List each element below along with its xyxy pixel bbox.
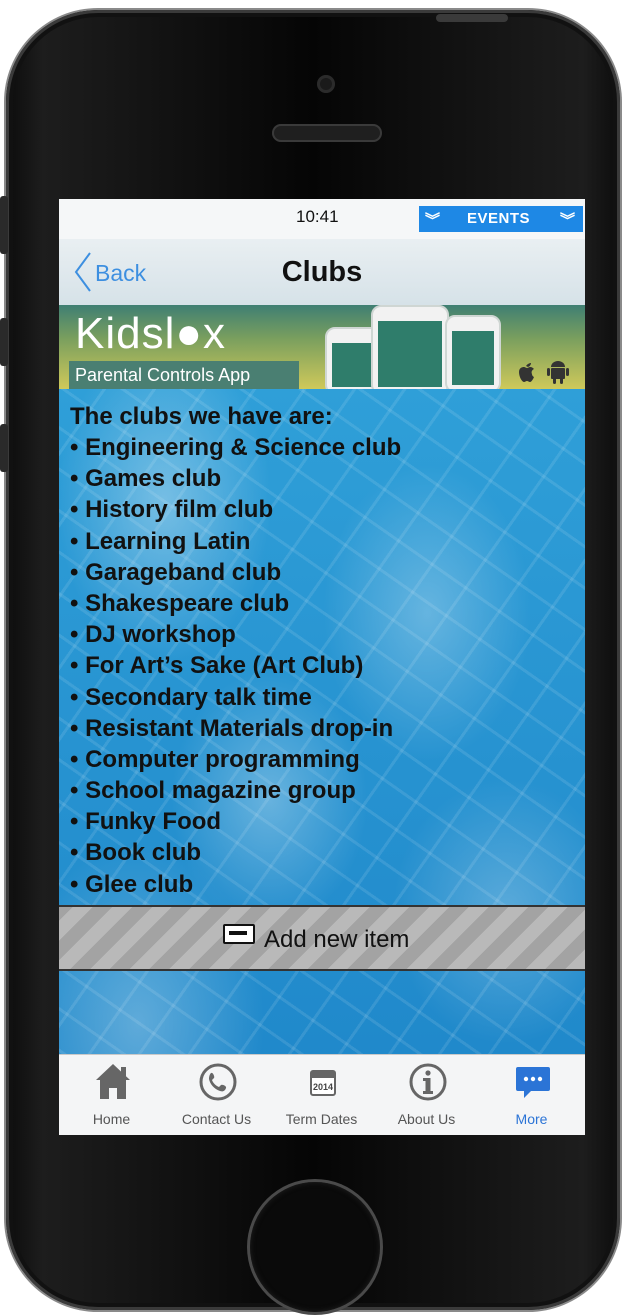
list-item: • Games club (70, 465, 222, 493)
list-item: • Engineering & Science club (70, 434, 402, 461)
brand-logo: Kidsl●x (75, 309, 226, 358)
tab-label: Contact Us (181, 1111, 252, 1127)
app-screen: 10:41 ︾ EVENTS ︾ Back Clubs Kidsl●x Pare… (59, 199, 585, 1135)
keyboard-icon (223, 924, 255, 944)
home-button[interactable] (250, 1182, 380, 1312)
events-button[interactable]: ︾ EVENTS ︾ (419, 206, 583, 232)
events-label: EVENTS (467, 210, 531, 227)
list-item: • Garageband club (70, 558, 282, 586)
tab-bar: Home Contact Us 2014 Term Dates About Us… (59, 1054, 585, 1135)
tab-label: Term Dates (285, 1111, 358, 1127)
list-item: • Glee club (70, 870, 194, 898)
tab-label: About Us (397, 1111, 456, 1127)
chat-bubble-icon (516, 1067, 550, 1098)
volume-up-button (0, 318, 8, 366)
list-item: • Resistant Materials drop-in (70, 714, 394, 742)
tab-label: More (515, 1111, 548, 1127)
tab-more[interactable]: More (479, 1055, 584, 1135)
list-item: • Learning Latin (70, 527, 251, 555)
app-preview-phone (445, 315, 501, 389)
clubs-list: • Engineering & Science club • Games clu… (70, 434, 401, 902)
navigation-bar: Back Clubs (59, 239, 585, 305)
calendar-year-text: 2014 (313, 1082, 333, 1092)
mute-switch (0, 196, 8, 254)
tab-label: Home (92, 1111, 131, 1127)
home-icon (96, 1064, 130, 1099)
add-new-item-button[interactable]: Add new item (59, 905, 585, 971)
earpiece-speaker (272, 124, 382, 142)
kidslox-banner[interactable]: Kidsl●x Parental Controls App (59, 305, 585, 389)
phone-icon (199, 1063, 237, 1101)
android-icon (547, 361, 569, 384)
power-button (436, 14, 508, 22)
page-title: Clubs (281, 256, 363, 288)
banner-tagline: Parental Controls App (75, 365, 251, 385)
list-item: • Secondary talk time (70, 683, 312, 711)
list-item: • Book club (70, 839, 202, 867)
status-bar: 10:41 ︾ EVENTS ︾ (59, 199, 585, 239)
list-item: • Computer programming (70, 745, 360, 773)
apple-icon (519, 363, 534, 382)
tab-about-us[interactable]: About Us (374, 1055, 479, 1135)
double-chevron-down-icon: ︾ (425, 212, 441, 229)
double-chevron-down-icon: ︾ (559, 212, 575, 229)
volume-down-button (0, 424, 8, 472)
tab-home[interactable]: Home (59, 1055, 164, 1135)
list-item: • History film club (70, 496, 274, 524)
tab-term-dates[interactable]: 2014 Term Dates (269, 1055, 374, 1135)
list-item: • Shakespeare club (70, 589, 290, 617)
app-preview-phone (371, 305, 449, 389)
front-camera (317, 75, 335, 93)
clubs-content: The clubs we have are: • Engineering & S… (59, 389, 585, 1135)
info-icon (409, 1063, 447, 1101)
clubs-intro-text: The clubs we have are: (70, 403, 333, 430)
list-item: • For Art’s Sake (Art Club) (70, 652, 364, 680)
list-item: • School magazine group (70, 777, 356, 805)
tab-contact-us[interactable]: Contact Us (164, 1055, 269, 1135)
list-item: • DJ workshop (70, 621, 236, 649)
list-item: • Funky Food (70, 808, 222, 836)
status-time: 10:41 (296, 207, 339, 226)
add-item-label: Add new item (264, 926, 410, 953)
calendar-icon: 2014 (310, 1070, 336, 1096)
